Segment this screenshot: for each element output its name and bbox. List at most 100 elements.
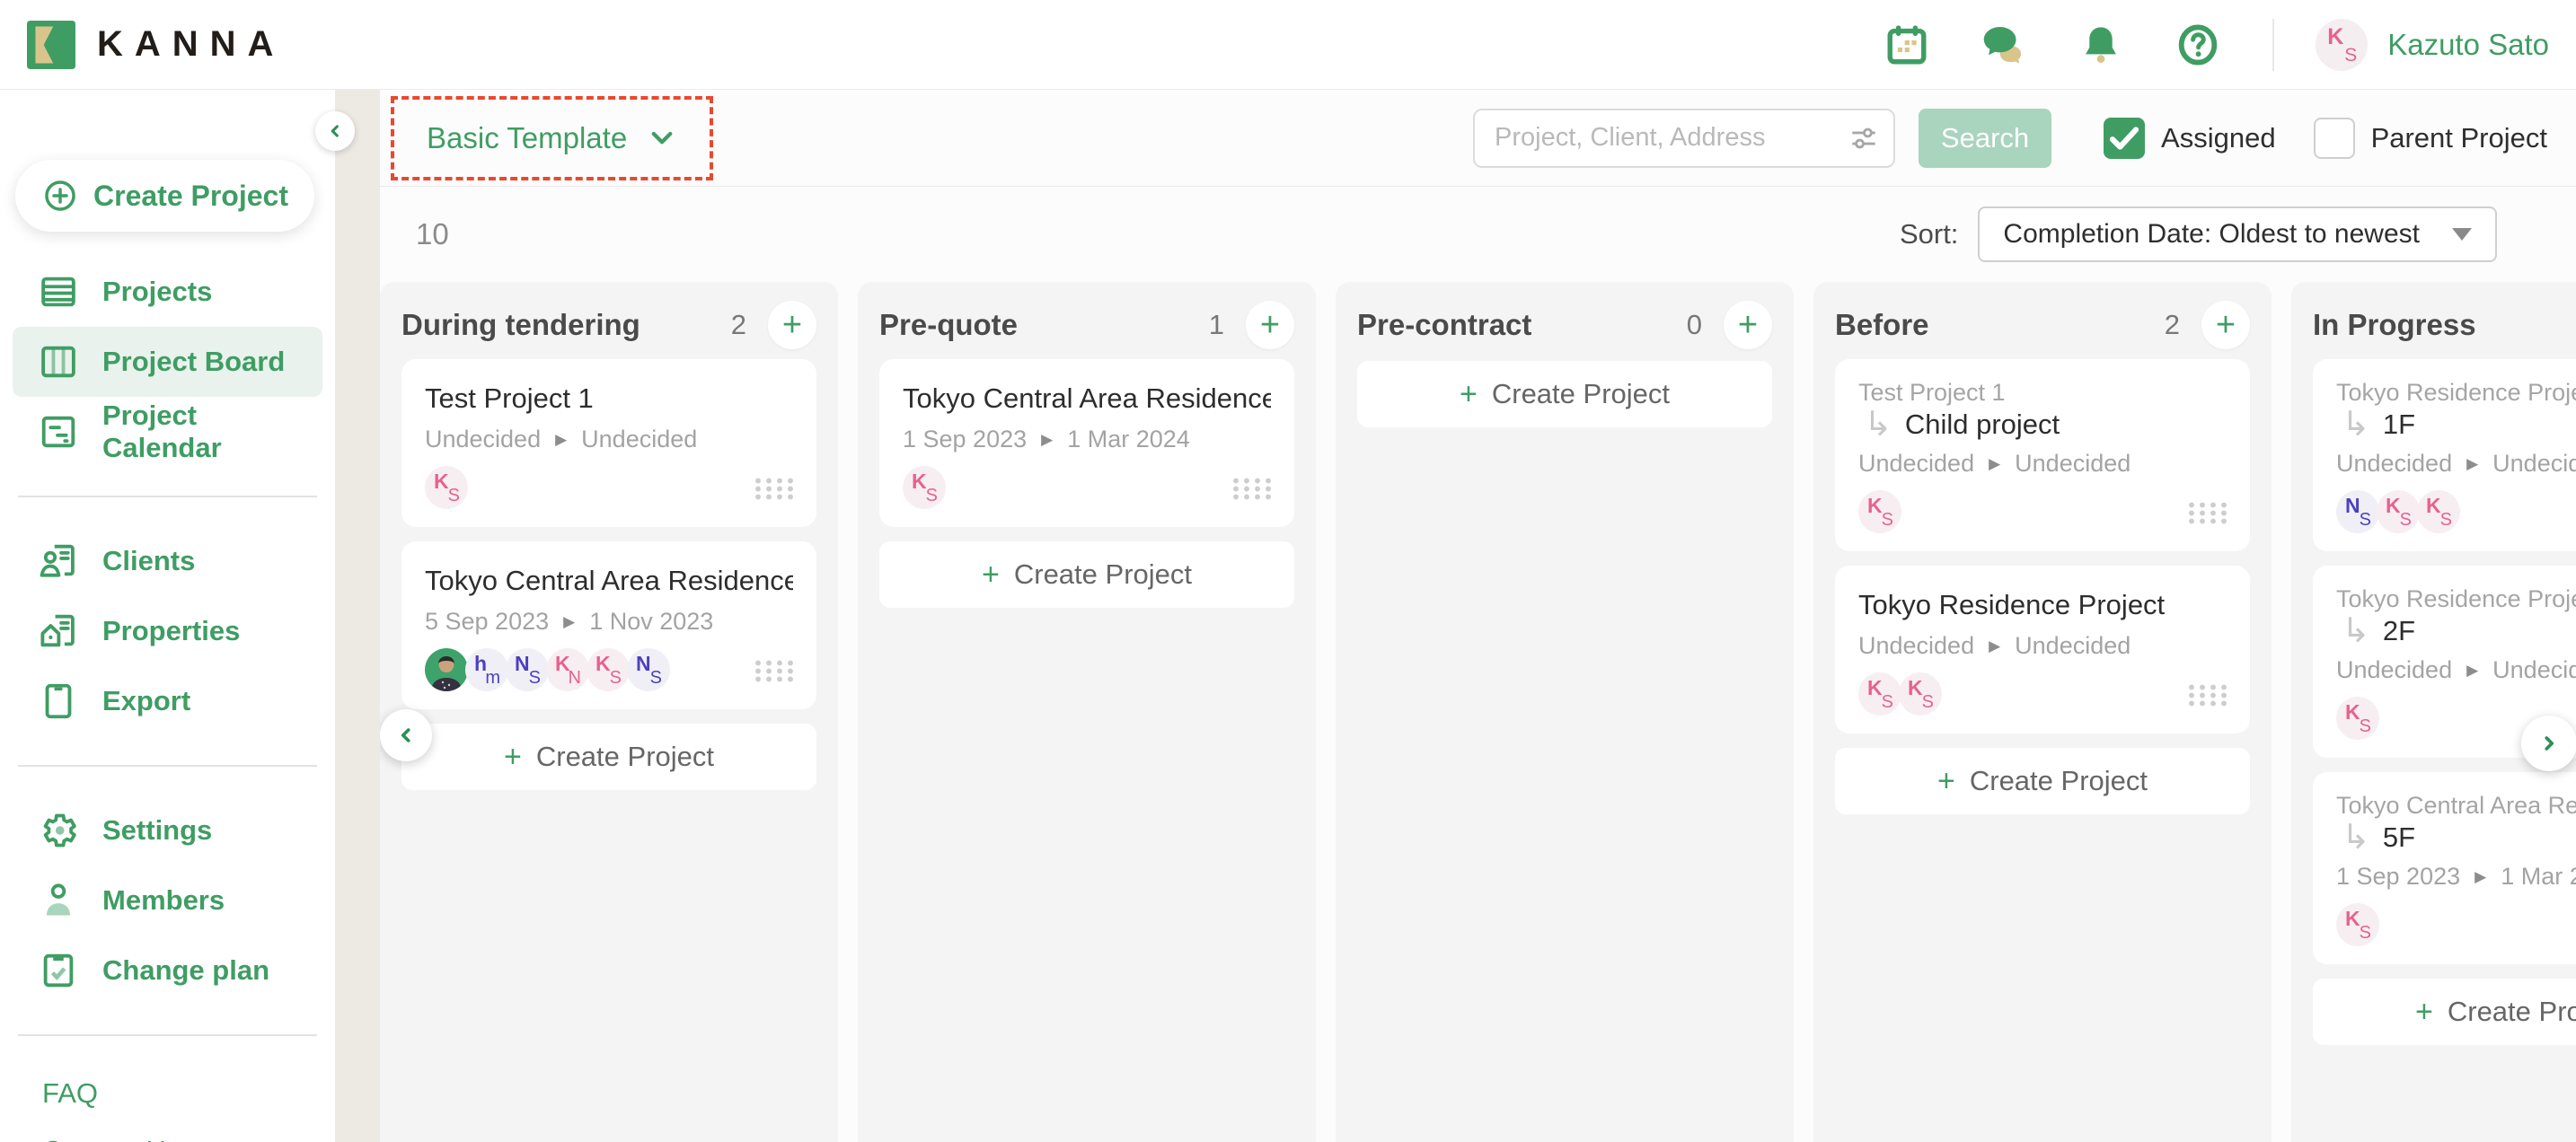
sidebar-item-project-calendar[interactable]: Project Calendar (13, 397, 322, 467)
assigned-checkbox[interactable] (2104, 118, 2145, 159)
project-card[interactable]: Tokyo Central Area Residence↳5F1 Sep 202… (2313, 772, 2576, 964)
export-icon (38, 681, 79, 722)
column-count: 0 (1687, 309, 1724, 341)
search-input[interactable] (1473, 109, 1895, 168)
member-initials-avatar: KN (546, 648, 589, 691)
column-add-project-button[interactable]: + (2201, 301, 2250, 349)
drag-handle-icon[interactable] (2185, 682, 2227, 707)
create-project-label: Create Project (93, 180, 288, 213)
avatar-initial-1: K (434, 470, 449, 494)
member-initials-avatar: NS (627, 648, 670, 691)
chat-icon[interactable] (1981, 22, 2026, 67)
create-project-card-button[interactable]: +Create Project (879, 541, 1294, 608)
project-schedule: 1 Sep 2023▶1 Mar 2024 (903, 426, 1271, 453)
drag-handle-icon[interactable] (2185, 500, 2227, 524)
avatar-initial-2: S (2400, 510, 2412, 531)
member-initials-avatar: KS (1858, 672, 1901, 716)
sidebar-item-label: Settings (102, 814, 212, 847)
help-icon[interactable] (2175, 22, 2220, 67)
sidebar-item-faq[interactable]: FAQ (13, 1065, 322, 1122)
sidebar-item-settings[interactable]: Settings (13, 795, 322, 865)
avatar-initial-2: S (610, 668, 622, 689)
avatar-initial-2: S (529, 668, 541, 689)
member-initials-avatar: KS (903, 466, 946, 509)
drag-handle-icon[interactable] (1230, 476, 1271, 500)
project-card[interactable]: Tokyo Central Area Residence5 Sep 2023▶1… (401, 541, 816, 709)
project-schedule: Undecided▶Undecided (2336, 656, 2576, 684)
sidebar-item-export[interactable]: Export (13, 666, 322, 736)
search-button[interactable]: Search (1919, 109, 2051, 168)
board-scroll-right-button[interactable] (2521, 716, 2576, 771)
project-card[interactable]: Test Project 1↳Child projectUndecided▶Un… (1835, 359, 2250, 551)
project-title: 1F (2383, 408, 2415, 441)
board-column-before: Before2+Test Project 1↳Child projectUnde… (1813, 282, 2272, 1142)
template-selector-label: Basic Template (427, 121, 627, 155)
sidebar-item-properties[interactable]: Properties (13, 596, 322, 666)
member-initials-avatar: KS (587, 648, 630, 691)
board-column-in-progress: In Progress+Tokyo Residence Project↳1FUn… (2291, 282, 2576, 1142)
column-add-project-button[interactable]: + (1246, 301, 1294, 349)
create-project-card-button[interactable]: +Create Project (1835, 748, 2250, 814)
drag-handle-icon[interactable] (752, 658, 793, 682)
brand-logo[interactable]: KANNA (27, 21, 285, 69)
user-menu[interactable]: K S Kazuto Sato (2316, 19, 2549, 71)
notifications-bell-icon[interactable] (2078, 22, 2123, 67)
sidebar-item-contact-us[interactable]: Contact Us (13, 1122, 322, 1142)
sidebar-item-projects[interactable]: Projects (13, 257, 322, 327)
sidebar-item-label: Contact Us (42, 1135, 180, 1142)
column-title: Before (1835, 308, 1929, 342)
create-project-button[interactable]: Create Project (15, 160, 314, 232)
project-schedule: Undecided▶Undecided (2336, 450, 2576, 478)
assignee-avatars: NSKSKS (2336, 490, 2460, 533)
column-add-project-button[interactable]: + (768, 301, 816, 349)
sidebar-collapse-button[interactable] (315, 111, 355, 151)
sidebar-item-label: Export (102, 685, 190, 717)
sort-control: Sort: Completion Date: Oldest to newest (1900, 206, 2497, 262)
filter-sliders-icon[interactable] (1847, 121, 1881, 155)
project-card[interactable]: Tokyo Residence ProjectUndecided▶Undecid… (1835, 566, 2250, 734)
assignee-avatars: KS (903, 466, 946, 509)
parent-project-filter[interactable]: Parent Project (2314, 118, 2547, 159)
project-schedule: 1 Sep 2023▶1 Mar 2024 (2336, 863, 2576, 891)
sidebar-item-members[interactable]: Members (13, 865, 322, 936)
plus-circle-icon (41, 177, 79, 215)
avatar-initial-2: S (1882, 510, 1893, 531)
project-card[interactable]: Tokyo Central Area Residence1 Sep 2023▶1… (879, 359, 1294, 527)
sidebar-item-change-plan[interactable]: Change plan (13, 936, 322, 1006)
create-project-card-button[interactable]: +Create Project (2313, 979, 2576, 1045)
clients-icon (38, 540, 79, 582)
sidebar-item-label: Project Calendar (102, 400, 322, 464)
create-project-card-button[interactable]: +Create Project (1357, 361, 1772, 427)
assigned-filter[interactable]: Assigned (2104, 118, 2276, 159)
project-card[interactable]: Tokyo Residence Project↳1FUndecided▶Unde… (2313, 359, 2576, 551)
column-header: In Progress+ (2313, 282, 2576, 359)
child-arrow-icon: ↳ (1864, 409, 1892, 440)
member-initials-avatar: KS (1858, 490, 1901, 533)
parent-project-label: Parent Project (2371, 122, 2547, 154)
sidebar-item-clients[interactable]: Clients (13, 526, 322, 596)
change-plan-icon (38, 950, 79, 991)
plus-icon: + (1937, 766, 1955, 796)
member-initials-avatar: hm (465, 648, 508, 691)
member-photo-avatar (425, 648, 468, 691)
sort-select[interactable]: Completion Date: Oldest to newest (1978, 206, 2497, 262)
board-scroll-left-button[interactable] (380, 709, 432, 761)
card-footer: KS (903, 466, 1271, 509)
column-count: 1 (1209, 309, 1246, 341)
drag-handle-icon[interactable] (752, 476, 793, 500)
project-card[interactable]: Test Project 1Undecided▶UndecidedKS (401, 359, 816, 527)
header-divider (2272, 19, 2274, 71)
parent-project-checkbox[interactable] (2314, 118, 2355, 159)
child-arrow-icon: ↳ (2342, 409, 2370, 440)
sidebar-item-project-board[interactable]: Project Board (13, 327, 322, 397)
board-subheader: 10 Sort: Completion Date: Oldest to newe… (380, 187, 2576, 282)
child-arrow-icon: ↳ (2342, 822, 2370, 853)
template-selector[interactable]: Basic Template (391, 96, 713, 180)
card-footer: KS (425, 466, 793, 509)
schedule-start-date: Undecided (2336, 656, 2452, 684)
sidebar-item-label: Properties (102, 615, 240, 647)
properties-icon (38, 611, 79, 652)
create-project-card-button[interactable]: +Create Project (401, 724, 816, 790)
calendar-icon[interactable] (1884, 22, 1929, 67)
column-add-project-button[interactable]: + (1724, 301, 1772, 349)
